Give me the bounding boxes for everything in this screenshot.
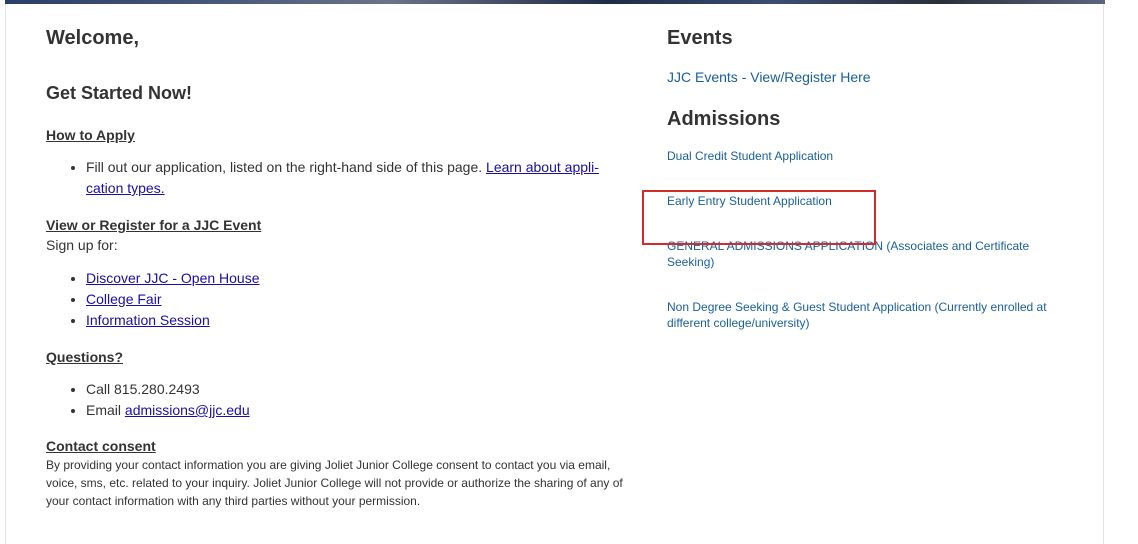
jjc-events-link[interactable]: JJC Events - View/Register Here (667, 69, 871, 85)
phone-item: Call 815.280.2493 (86, 379, 646, 400)
college-fair-link[interactable]: College Fair (86, 291, 161, 307)
highlight-box (642, 190, 876, 245)
how-to-apply-text: Fill out our application, listed on the … (86, 159, 483, 175)
email-link[interactable]: admissions@jjc.edu (125, 402, 250, 418)
welcome-heading: Welcome, (46, 27, 139, 49)
events-link-row: JJC Events - View/Register Here (667, 67, 1087, 87)
how-to-apply-list: Fill out our application, listed on the … (46, 157, 646, 199)
how-to-apply-section: How to Apply Fill out our application, l… (46, 125, 646, 199)
event-section: View or Register for a JJC Event Sign up… (46, 215, 646, 331)
list-item: College Fair (86, 289, 646, 310)
event-section-heading: View or Register for a JJC Event (46, 217, 262, 233)
how-to-apply-heading: How to Apply (46, 127, 135, 143)
email-label: Email (86, 402, 122, 418)
event-list: Discover JJC - Open House College Fair I… (46, 268, 646, 331)
questions-heading: Questions? (46, 349, 124, 365)
list-item: Fill out our application, listed on the … (86, 157, 646, 199)
right-column: Events JJC Events - View/Register Here A… (667, 26, 1087, 331)
events-heading: Events (667, 27, 733, 49)
get-started-heading: Get Started Now! (46, 83, 193, 103)
consent-text: By providing your contact information yo… (46, 458, 623, 508)
left-column: Welcome, Get Started Now! How to Apply F… (46, 26, 646, 510)
non-degree-application-link[interactable]: Non Degree Seeking & Guest Student Appli… (667, 299, 1047, 331)
questions-list: Call 815.280.2493 Email admissions@jjc.e… (46, 379, 646, 421)
information-session-link[interactable]: Information Session (86, 312, 210, 328)
list-item: Discover JJC - Open House (86, 268, 646, 289)
consent-section: Contact consent By providing your contac… (46, 436, 646, 510)
questions-section: Questions? Call 815.280.2493 Email admis… (46, 347, 646, 421)
sign-up-intro: Sign up for: (46, 237, 118, 253)
dual-credit-application-link[interactable]: Dual Credit Student Application (667, 148, 1087, 164)
email-item: Email admissions@jjc.edu (86, 400, 646, 421)
list-item: Information Session (86, 310, 646, 331)
open-house-link[interactable]: Discover JJC - Open House (86, 270, 260, 286)
admissions-heading: Admissions (667, 108, 781, 130)
consent-heading: Contact consent (46, 438, 156, 454)
